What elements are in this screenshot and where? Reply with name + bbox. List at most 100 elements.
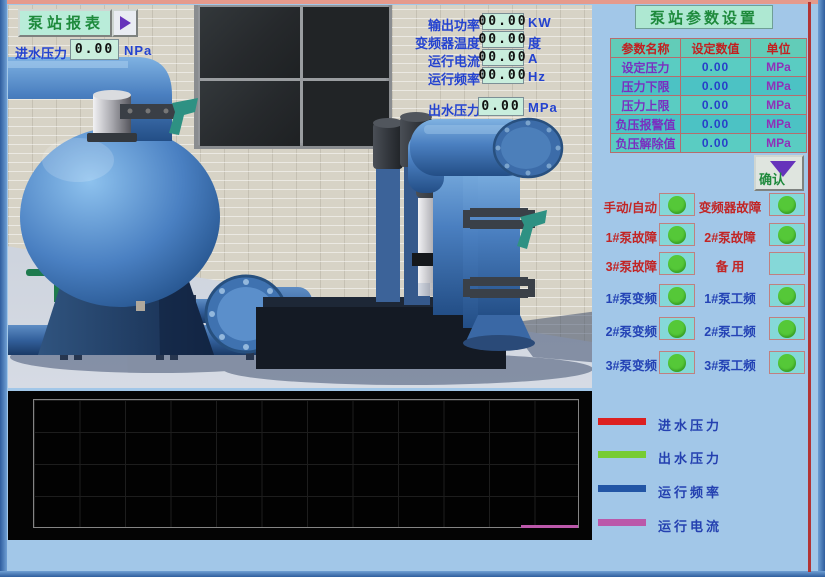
pressure-high-limit-input[interactable]: 0.00 <box>681 96 751 115</box>
output-power-unit: KW <box>528 15 552 30</box>
pressure-tank <box>20 127 220 355</box>
inverter-temp-value: 00.00 <box>482 31 524 48</box>
pump2-mains-lamp[interactable] <box>769 317 805 340</box>
spare-lamp[interactable] <box>769 252 805 275</box>
running-current-label: 运行电流 <box>380 51 480 70</box>
col-header-unit: 单位 <box>751 39 807 58</box>
frame-red-line <box>808 2 811 572</box>
pump3-fault-lamp[interactable] <box>659 252 695 275</box>
legend-label: 运行电流 <box>658 516 722 535</box>
pump2-vfd-label: 2#泵变频 <box>593 321 657 340</box>
frame-right <box>818 0 825 577</box>
indicator-row: 1#泵变频 1#泵工频 <box>593 284 808 308</box>
outlet-pressure-unit: MPa <box>528 100 558 115</box>
indicator-row: 2#泵变频 2#泵工频 <box>593 317 808 341</box>
pump-room-scene: 泵站报表 进水压力 0.00 NPa 输出功率 00.00 KW 变频器温度 0… <box>8 5 592 388</box>
inverter-fault-label: 变频器故障 <box>693 197 767 216</box>
frame-left <box>0 0 7 577</box>
outlet-pressure-value: 0.00 <box>478 97 524 116</box>
legend-swatch-running-current <box>598 519 646 526</box>
trend-chart <box>8 391 592 540</box>
lamp-dot <box>778 287 796 305</box>
pump1-vfd-lamp[interactable] <box>659 284 695 307</box>
lamp-dot <box>668 255 686 273</box>
spare-label: 备 用 <box>693 256 767 275</box>
running-current-unit: A <box>528 51 538 66</box>
hmi-screen: 泵站报表 进水压力 0.00 NPa 输出功率 00.00 KW 变频器温度 0… <box>0 0 825 577</box>
inverter-temp-unit: 度 <box>528 33 542 52</box>
legend-swatch-inlet-pressure <box>598 418 646 425</box>
indicator-row: 3#泵变频 3#泵工频 <box>593 351 808 375</box>
output-power-label: 输出功率 <box>380 15 480 34</box>
pump3-mains-lamp[interactable] <box>769 351 805 374</box>
pump3-vfd-label: 3#泵变频 <box>593 355 657 374</box>
pump2-fault-lamp[interactable] <box>769 223 805 246</box>
table-row: 压力上限 0.00 MPa <box>611 96 807 115</box>
lamp-dot <box>668 226 686 244</box>
outlet-pressure-label: 出水压力 <box>380 100 480 119</box>
pump1-mains-lamp[interactable] <box>769 284 805 307</box>
running-current-value: 00.00 <box>482 49 524 66</box>
inverter-fault-lamp[interactable] <box>769 193 805 216</box>
report-button[interactable]: 泵站报表 <box>18 9 138 37</box>
lamp-dot <box>778 354 796 372</box>
table-row: 压力下限 0.00 MPa <box>611 77 807 96</box>
pump1-vfd-label: 1#泵变频 <box>593 288 657 307</box>
pump2-fault-label: 2#泵故障 <box>693 227 767 246</box>
legend-label: 运行频率 <box>658 482 722 501</box>
play-arrow-icon <box>120 16 131 30</box>
parameter-table: 参数名称 设定数值 单位 设定压力 0.00 MPa 压力下限 0.00 MPa… <box>610 38 807 153</box>
running-current-trace <box>521 525 578 528</box>
lamp-dot <box>778 196 796 214</box>
lamp-dot <box>778 320 796 338</box>
report-button-label: 泵站报表 <box>18 9 112 37</box>
legend-label: 进水压力 <box>658 415 722 434</box>
lamp-dot <box>668 354 686 372</box>
lamp-dot <box>668 196 686 214</box>
output-power-value: 00.00 <box>482 13 524 30</box>
pump3-vfd-lamp[interactable] <box>659 351 695 374</box>
manual-auto-lamp[interactable] <box>659 193 695 216</box>
pump3-fault-label: 3#泵故障 <box>593 256 657 275</box>
indicator-row: 手动/自动 变频器故障 <box>593 193 808 217</box>
table-header-row: 参数名称 设定数值 单位 <box>611 39 807 58</box>
table-row: 负压报警值 0.00 MPa <box>611 115 807 134</box>
running-frequency-label: 运行频率 <box>380 69 480 88</box>
lamp-dot <box>668 320 686 338</box>
pump-1 <box>373 118 403 302</box>
pump1-mains-label: 1#泵工频 <box>693 288 767 307</box>
manual-auto-label: 手动/自动 <box>593 197 657 216</box>
table-row: 负压解除值 0.00 MPa <box>611 134 807 153</box>
table-row: 设定压力 0.00 MPa <box>611 58 807 77</box>
running-frequency-unit: Hz <box>528 69 546 84</box>
inlet-pipe <box>8 57 172 141</box>
set-pressure-input[interactable]: 0.00 <box>681 58 751 77</box>
neg-pressure-release-input[interactable]: 0.00 <box>681 134 751 153</box>
inlet-pressure-label: 进水压力 <box>15 43 67 62</box>
pump1-fault-lamp[interactable] <box>659 223 695 246</box>
col-header-name: 参数名称 <box>611 39 681 58</box>
col-header-value: 设定数值 <box>681 39 751 58</box>
pump2-mains-label: 2#泵工频 <box>693 321 767 340</box>
frame-top <box>0 0 825 4</box>
lamp-dot <box>668 287 686 305</box>
pump2-vfd-lamp[interactable] <box>659 317 695 340</box>
inverter-temp-label: 变频器温度 <box>380 33 480 52</box>
pump3-mains-label: 3#泵工频 <box>693 355 767 374</box>
legend-swatch-outlet-pressure <box>598 451 646 458</box>
settings-panel-title: 泵站参数设置 <box>635 5 773 29</box>
confirm-button-label: 确认 <box>759 169 785 188</box>
inlet-pressure-value: 0.00 <box>70 39 119 60</box>
confirm-button[interactable]: 确认 <box>754 155 804 191</box>
inlet-pressure-unit: NPa <box>124 43 152 58</box>
lamp-dot <box>778 226 796 244</box>
legend-label: 出水压力 <box>658 448 722 467</box>
trend-plot-area <box>33 399 579 528</box>
pump1-fault-label: 1#泵故障 <box>593 227 657 246</box>
legend-swatch-running-frequency <box>598 485 646 492</box>
pressure-low-limit-input[interactable]: 0.00 <box>681 77 751 96</box>
indicator-row: 3#泵故障 备 用 <box>593 252 808 276</box>
indicator-row: 1#泵故障 2#泵故障 <box>593 223 808 247</box>
running-frequency-value: 00.00 <box>482 67 524 84</box>
neg-pressure-alarm-input[interactable]: 0.00 <box>681 115 751 134</box>
